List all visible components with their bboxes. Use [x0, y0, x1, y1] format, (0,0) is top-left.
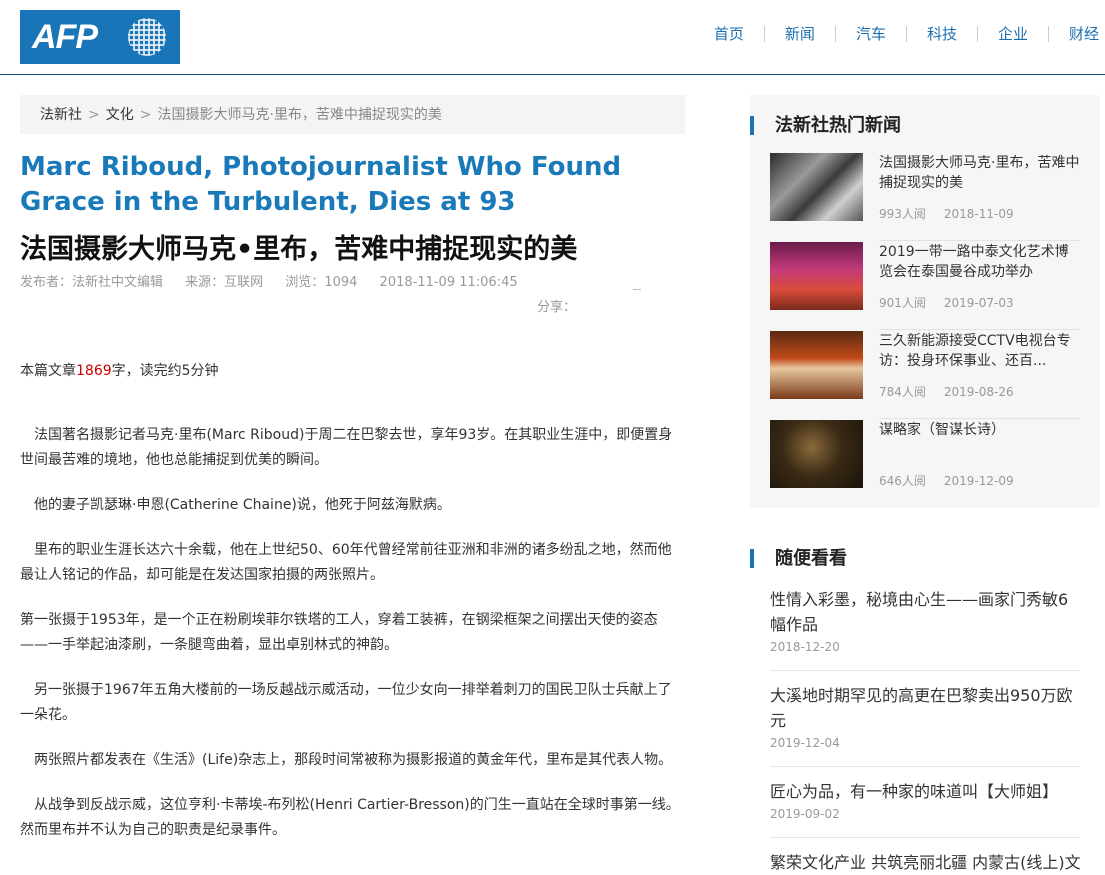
hot-news-views: 784人阅	[879, 385, 926, 399]
random-pick-date: 2019-09-02	[770, 807, 840, 821]
hot-news-date: 2019-12-09	[943, 474, 1014, 488]
divider	[770, 837, 1080, 838]
random-pick-title[interactable]: 大溪地时期罕见的高更在巴黎卖出950万欧元	[770, 683, 1080, 733]
meta-views: 浏览：1094	[285, 275, 358, 290]
hot-news-title[interactable]: 三久新能源接受CCTV电视台专访：投身环保事业、还百...	[879, 331, 1082, 371]
hot-news-views: 646人阅	[879, 474, 926, 488]
random-picks-panel: 随便看看 性情入彩墨，秘境由心生——画家门秀敏6幅作品 2018-12-20 大…	[750, 528, 1100, 875]
divider	[770, 670, 1080, 671]
hot-news-thumbnail[interactable]	[770, 420, 863, 488]
globe-icon	[128, 18, 166, 56]
article-title-chinese: 法国摄影大师马克•里布，苦难中捕捉现实的美	[20, 234, 578, 265]
breadcrumb-separator: >	[139, 107, 152, 123]
divider	[879, 240, 1080, 241]
article-paragraph: 两张照片都发表在《生活》(Life)杂志上，那段时间常被称为摄影报道的黄金年代，…	[20, 752, 673, 768]
divider	[879, 329, 1080, 330]
nav-item-home[interactable]: 首页	[694, 26, 764, 42]
share-label: 分享：	[537, 300, 577, 315]
hot-news-title[interactable]: 法国摄影大师马克·里布，苦难中捕捉现实的美	[879, 153, 1082, 193]
hot-news-item[interactable]: 三久新能源接受CCTV电视台专访：投身环保事业、还百... 784人阅 2019-…	[770, 331, 1080, 419]
nav-item-auto[interactable]: 汽车	[834, 26, 906, 42]
article-title-english: Marc Riboud, Photojournalist Who Found G…	[20, 152, 622, 217]
hot-news-views: 993人阅	[879, 207, 926, 221]
random-picks-heading: 随便看看	[750, 548, 847, 570]
random-pick-title[interactable]: 性情入彩墨，秘境由心生——画家门秀敏6幅作品	[770, 587, 1080, 637]
hot-news-meta: 993人阅 2018-11-09	[879, 205, 1032, 222]
divider	[879, 418, 1080, 419]
hot-news-item[interactable]: 法国摄影大师马克·里布，苦难中捕捉现实的美 993人阅 2018-11-09	[770, 153, 1080, 241]
breadcrumb-home-link[interactable]: 法新社	[40, 107, 82, 123]
hot-news-heading: 法新社热门新闻	[750, 115, 901, 137]
breadcrumb: 法新社 > 文化 > 法国摄影大师马克·里布，苦难中捕捉现实的美	[20, 95, 685, 134]
logo-text: AFP	[32, 18, 98, 56]
hot-news-title[interactable]: 2019一带一路中泰文化艺术博览会在泰国曼谷成功举办	[879, 242, 1082, 282]
meta-publisher: 发布者：法新社中文编辑	[20, 275, 164, 290]
hot-news-meta: 784人阅 2019-08-26	[879, 383, 1032, 400]
random-pick-date: 2019-12-04	[770, 736, 840, 750]
meta-date: 2018-11-09 11:06:45	[379, 275, 518, 290]
site-header: AFP 首页 新闻 汽车 科技 企业 财经	[0, 0, 1105, 75]
hot-news-date: 2019-07-03	[943, 296, 1014, 310]
reading-info: 本篇文章1869字，读完约5分钟	[20, 360, 219, 380]
hot-news-meta: 901人阅 2019-07-03	[879, 294, 1032, 311]
divider	[770, 766, 1080, 767]
random-pick-item[interactable]: 繁荣文化产业 共筑亮丽北疆 内蒙古(线上)文	[770, 850, 1080, 875]
hot-news-date: 2019-08-26	[943, 385, 1014, 399]
breadcrumb-section-link[interactable]: 文化	[106, 107, 134, 123]
hot-news-views: 901人阅	[879, 296, 926, 310]
article-paragraph: 从战争到反战示威，这位亨利·卡蒂埃-布列松(Henri Cartier-Bres…	[20, 797, 680, 838]
hot-news-panel: 法新社热门新闻 法国摄影大师马克·里布，苦难中捕捉现实的美 993人阅 2018-…	[750, 95, 1100, 508]
random-pick-title[interactable]: 繁荣文化产业 共筑亮丽北疆 内蒙古(线上)文	[770, 850, 1080, 875]
random-pick-date: 2018-12-20	[770, 640, 840, 654]
read-suffix: 字，读完约5分钟	[111, 363, 219, 379]
breadcrumb-current: 法国摄影大师马克·里布，苦难中捕捉现实的美	[157, 107, 442, 123]
hot-news-title[interactable]: 谋略家（智谋长诗）	[879, 420, 1082, 440]
nav-item-business[interactable]: 企业	[976, 26, 1048, 42]
main-nav: 首页 新闻 汽车 科技 企业 财经	[694, 26, 1105, 42]
hot-news-date: 2018-11-09	[943, 207, 1014, 221]
nav-item-tech[interactable]: 科技	[905, 26, 977, 42]
article-paragraph: 第一张摄于1953年，是一个正在粉刷埃菲尔铁塔的工人，穿着工装裤，在钢梁框架之间…	[20, 612, 658, 653]
afp-logo[interactable]: AFP	[20, 10, 180, 64]
hot-news-meta: 646人阅 2019-12-09	[879, 472, 1032, 489]
article-body: 法国著名摄影记者马克·里布(Marc Riboud)于周二在巴黎去世，享年93岁…	[20, 423, 680, 863]
random-pick-item[interactable]: 性情入彩墨，秘境由心生——画家门秀敏6幅作品 2018-12-20	[770, 587, 1080, 654]
nav-item-news[interactable]: 新闻	[763, 26, 835, 42]
breadcrumb-separator: >	[88, 107, 100, 123]
nav-item-finance[interactable]: 财经	[1047, 26, 1105, 42]
article-meta: 发布者：法新社中文编辑 来源：互联网 浏览：1094 2018-11-09 11…	[20, 271, 536, 290]
random-pick-title[interactable]: 匠心为品，有一种家的味道叫【大师姐】	[770, 779, 1080, 804]
article-paragraph: 法国著名摄影记者马克·里布(Marc Riboud)于周二在巴黎去世，享年93岁…	[20, 427, 673, 468]
article-paragraph: 他的妻子凯瑟琳·申恩(Catherine Chaine)说，他死于阿兹海默病。	[20, 497, 451, 513]
article-paragraph: 另一张摄于1967年五角大楼前的一场反越战示威活动，一位少女向一排举着刺刀的国民…	[20, 682, 672, 723]
random-pick-item[interactable]: 匠心为品，有一种家的味道叫【大师姐】 2019-09-02	[770, 779, 1080, 821]
random-pick-item[interactable]: 大溪地时期罕见的高更在巴黎卖出950万欧元 2019-12-04	[770, 683, 1080, 750]
hot-news-thumbnail[interactable]	[770, 331, 863, 399]
char-count: 1869	[76, 363, 112, 379]
article-paragraph: 里布的职业生涯长达六十余载，他在上世纪50、60年代曾经常前往亚洲和非洲的诸多纷…	[20, 542, 672, 583]
read-prefix: 本篇文章	[20, 363, 76, 379]
meta-source: 来源：互联网	[185, 275, 264, 290]
hot-news-thumbnail[interactable]	[770, 242, 863, 310]
share-widget[interactable]	[633, 289, 641, 290]
hot-news-item[interactable]: 谋略家（智谋长诗） 646人阅 2019-12-09	[770, 420, 1080, 508]
hot-news-thumbnail[interactable]	[770, 153, 863, 221]
hot-news-item[interactable]: 2019一带一路中泰文化艺术博览会在泰国曼谷成功举办 901人阅 2019-07-…	[770, 242, 1080, 330]
